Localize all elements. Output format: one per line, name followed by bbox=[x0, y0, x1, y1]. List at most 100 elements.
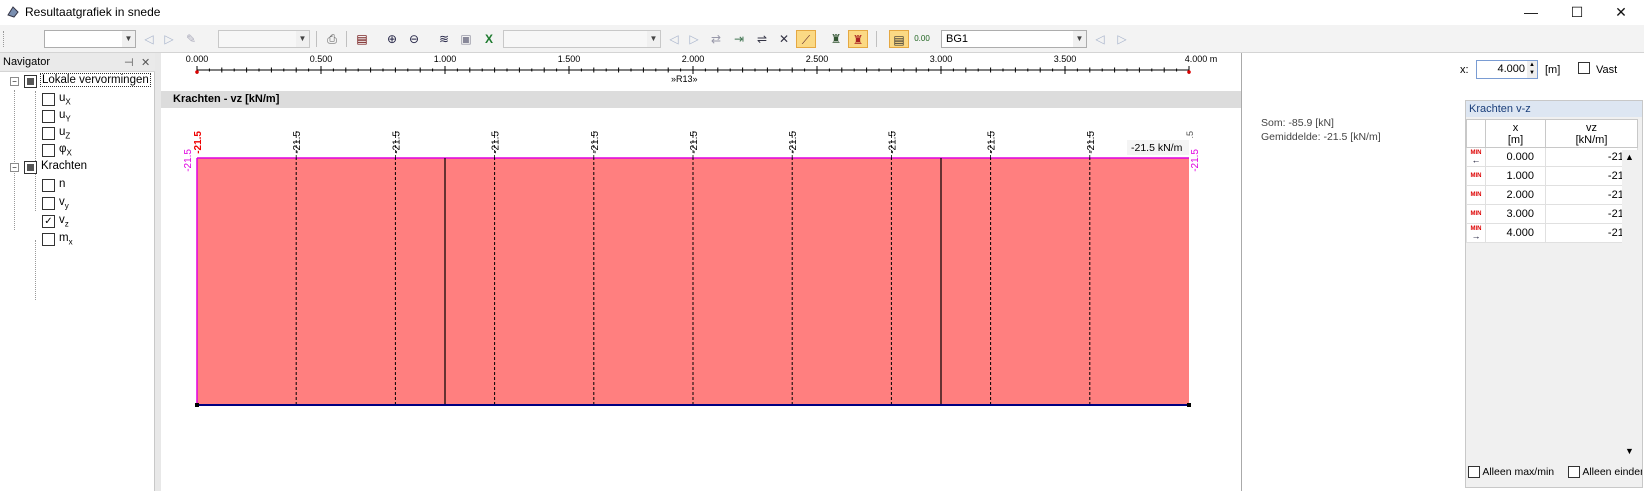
numeric-values-icon[interactable]: 0.00 bbox=[912, 30, 932, 48]
extremes-icon[interactable]: ⇌ bbox=[752, 30, 772, 48]
previous-loadcase-icon[interactable]: ◁ bbox=[1090, 30, 1110, 48]
min-marker-icon: MIN bbox=[1466, 204, 1486, 224]
previous-icon[interactable]: ◁ bbox=[664, 30, 684, 48]
collapse-icon[interactable]: − bbox=[10, 163, 19, 172]
arrow-right-icon: → bbox=[1471, 231, 1481, 241]
save-icon[interactable]: ▣ bbox=[456, 30, 476, 48]
tree-item-phix[interactable]: φX bbox=[0, 141, 155, 159]
tree-item-ux[interactable]: uX bbox=[0, 90, 155, 108]
ruler-tick-label: 2.500 bbox=[806, 54, 829, 64]
print-icon[interactable]: ⎙ bbox=[322, 30, 342, 48]
smoothing-icon[interactable]: ≋ bbox=[434, 30, 454, 48]
maximize-button[interactable]: ☐ bbox=[1554, 0, 1600, 25]
vz-column-header[interactable]: vz [kN/m] bbox=[1545, 119, 1638, 148]
tree-item-label: uY bbox=[59, 109, 71, 124]
minimize-button[interactable]: — bbox=[1508, 0, 1554, 25]
display-icon[interactable]: ⇄ bbox=[706, 30, 726, 48]
tree-item-uy[interactable]: uY bbox=[0, 107, 155, 125]
tree-item-uz[interactable]: uZ bbox=[0, 124, 155, 142]
pin-icon[interactable]: ⊣ bbox=[124, 56, 134, 69]
tree-item-label: mx bbox=[59, 232, 73, 247]
item-checkbox[interactable] bbox=[42, 197, 55, 210]
item-checkbox[interactable] bbox=[42, 127, 55, 140]
tree-group-lokale-vervormingen[interactable]: − Lokale vervormingen bbox=[0, 72, 155, 90]
item-checkbox[interactable] bbox=[42, 179, 55, 192]
section-cursor-line[interactable] bbox=[1241, 53, 1242, 491]
table-row[interactable]: MIN 1.000 -21.5 bbox=[1466, 166, 1638, 186]
excel-export-icon[interactable]: X bbox=[479, 30, 499, 48]
ruler-svg: 0.000 0.500 1.000 1.500 2.000 2.500 3.000 3.500… bbox=[186, 54, 1217, 74]
x-column-header[interactable]: x [m] bbox=[1485, 119, 1546, 148]
ruler-end-node bbox=[1187, 70, 1191, 74]
ruler-tick-label: 1.000 bbox=[434, 54, 457, 64]
separator bbox=[316, 31, 317, 47]
tree-item-vz[interactable]: ✓ vz bbox=[0, 212, 155, 230]
table-icon[interactable]: ▤ bbox=[889, 30, 909, 48]
division-icon[interactable]: ✕ bbox=[774, 30, 794, 48]
pointer-icon[interactable]: ✎ bbox=[181, 30, 201, 48]
min-marker-icon: MIN bbox=[1466, 185, 1486, 205]
ruler-tick-label: 2.000 bbox=[682, 54, 705, 64]
previous-icon[interactable]: ◁ bbox=[139, 30, 159, 48]
close-button[interactable]: ✕ bbox=[1598, 0, 1644, 25]
value-callout: -21.5 kN/m bbox=[1131, 142, 1183, 154]
diagram-area[interactable]: Krachten - vz [kN/m] -21.5 -21.5 -21.5 -21.… bbox=[161, 89, 1241, 491]
scroll-up-icon[interactable]: ▲ bbox=[1625, 152, 1634, 162]
item-checkbox[interactable] bbox=[42, 144, 55, 157]
toolbar: ▼ ◁ ▷ ✎ ▼ ⎙ ▤ ⊕ ⊖ ≋ ▣ X ▼ ◁ ▷ ⇄ ⇥ ⇌ ✕ ⟋ … bbox=[0, 25, 1644, 53]
table-title-bar: Krachten v-z bbox=[1466, 101, 1642, 117]
x-cell: 1.000 bbox=[1485, 166, 1546, 186]
x-unit: [m] bbox=[1545, 64, 1561, 76]
ordinate-value-label: -21.5 bbox=[391, 131, 402, 154]
fixed-label: Vast bbox=[1596, 64, 1618, 76]
values-icon[interactable]: ⇥ bbox=[729, 30, 749, 48]
filled-diagram-icon[interactable]: ⟋ bbox=[796, 30, 816, 48]
scroll-down-icon[interactable]: ▼ bbox=[1625, 446, 1634, 456]
tree-item-label: uX bbox=[59, 92, 71, 107]
table-row[interactable]: MIN 2.000 -21.5 bbox=[1466, 185, 1638, 205]
item-checkbox[interactable] bbox=[42, 110, 55, 123]
table-row[interactable]: MIN → 4.000 -21.5 bbox=[1466, 223, 1638, 243]
force-diagram: -21.5 -21.5 -21.5 -21.5 -21.5 -21.5 -21.5 -21.5… bbox=[183, 131, 1201, 407]
zoom-out-icon[interactable]: ⊖ bbox=[404, 30, 424, 48]
tree-item-n[interactable]: n bbox=[0, 176, 155, 194]
x-position-input[interactable]: 4.000 ▲ ▼ bbox=[1476, 60, 1538, 79]
only-maxmin-checkbox[interactable] bbox=[1468, 466, 1480, 479]
app-icon bbox=[7, 6, 19, 18]
table-row[interactable]: MIN ← 0.000 -21.5 bbox=[1466, 147, 1638, 167]
result-type-combo[interactable]: ▼ bbox=[44, 30, 136, 48]
tree-item-vy[interactable]: vy bbox=[0, 194, 155, 212]
next-icon[interactable]: ▷ bbox=[684, 30, 704, 48]
table-row[interactable]: MIN 3.000 -21.5 bbox=[1466, 204, 1638, 224]
fixed-checkbox[interactable] bbox=[1578, 62, 1590, 75]
section-combo[interactable]: ▼ bbox=[503, 30, 661, 48]
next-icon[interactable]: ▷ bbox=[159, 30, 179, 48]
collapse-icon[interactable]: − bbox=[10, 77, 19, 86]
item-checkbox-checked[interactable]: ✓ bbox=[42, 215, 55, 228]
results-table: x [m] vz [kN/m] MIN ← 0.000 -21.5 MIN 1.000 -21.… bbox=[1466, 119, 1638, 243]
zoom-in-icon[interactable]: ⊕ bbox=[382, 30, 402, 48]
only-ends-checkbox[interactable] bbox=[1567, 466, 1580, 479]
table-scrollbar[interactable]: ▲ ▼ bbox=[1622, 150, 1638, 460]
group-checkbox[interactable] bbox=[24, 75, 37, 88]
tree-item-mx[interactable]: mx bbox=[0, 230, 155, 248]
group-checkbox[interactable] bbox=[24, 161, 37, 174]
separator bbox=[346, 31, 347, 47]
support-view-icon[interactable]: ♜ bbox=[848, 30, 868, 48]
next-loadcase-icon[interactable]: ▷ bbox=[1112, 30, 1132, 48]
item-checkbox[interactable] bbox=[42, 233, 55, 246]
diagram-settings-icon[interactable]: ▤ bbox=[352, 30, 372, 48]
ordinate-value-label: -21.5 bbox=[491, 131, 502, 154]
start-value-label: -21.5 bbox=[193, 131, 204, 154]
ordinate-value-label: -21.5 bbox=[292, 131, 303, 154]
end-edge-label: -21.5 bbox=[1190, 149, 1201, 172]
x-cell: 4.000 bbox=[1485, 223, 1546, 243]
loadcase-combo[interactable]: BG1 ▼ bbox=[941, 30, 1087, 48]
item-checkbox[interactable] bbox=[42, 93, 55, 106]
tree-group-krachten[interactable]: − Krachten bbox=[0, 158, 155, 176]
member-combo[interactable]: ▼ bbox=[218, 30, 310, 48]
spin-icon[interactable]: ▲ ▼ bbox=[1527, 61, 1537, 78]
position-ruler[interactable]: 0.000 0.500 1.000 1.500 2.000 2.500 3.000 3.500… bbox=[161, 53, 1241, 89]
close-icon[interactable]: ✕ bbox=[141, 56, 150, 69]
member-view-icon[interactable]: ♜ bbox=[826, 30, 846, 48]
